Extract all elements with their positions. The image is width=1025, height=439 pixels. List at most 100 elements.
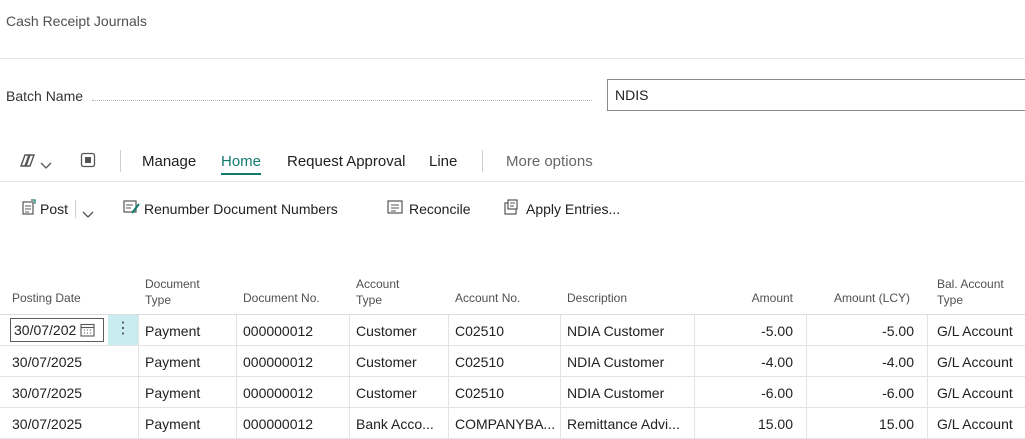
post-split-separator [75, 200, 76, 218]
tab-line[interactable]: Line [429, 153, 457, 170]
cell-document-no[interactable]: 000000012 [243, 323, 313, 339]
column-separator [560, 377, 561, 407]
column-header-amount-lcy[interactable]: Amount (LCY) [810, 290, 910, 306]
cell-posting-date[interactable]: 30/07/2025 [12, 385, 82, 401]
column-header-document-no[interactable]: Document No. [243, 290, 320, 306]
cell-account-type[interactable]: Customer [356, 354, 417, 370]
column-separator [236, 315, 237, 345]
cell-amount-lcy[interactable]: -6.00 [810, 385, 914, 401]
cell-description[interactable]: NDIA Customer [567, 354, 664, 370]
apply-entries-button[interactable]: Apply Entries... [526, 201, 620, 217]
cell-document-type[interactable]: Payment [145, 354, 200, 370]
tab-more-options[interactable]: More options [506, 153, 593, 170]
column-separator [236, 408, 237, 438]
column-separator [560, 346, 561, 376]
cell-document-type[interactable]: Payment [145, 416, 200, 432]
cell-document-no[interactable]: 000000012 [243, 354, 313, 370]
column-separator [349, 377, 350, 407]
cell-document-type[interactable]: Payment [145, 323, 200, 339]
column-separator [694, 346, 695, 376]
open-in-window-icon[interactable] [80, 152, 96, 173]
chevron-down-icon[interactable] [40, 157, 52, 175]
table-row[interactable]: 30/07/2025 Payment 000000012 Bank Acco..… [0, 408, 1025, 439]
chevron-down-icon[interactable] [82, 206, 94, 224]
column-header-line-1: Account [356, 277, 400, 291]
column-header-bal-account-type[interactable]: Bal. Account Type [937, 276, 1004, 308]
cell-amount[interactable]: -5.00 [700, 323, 793, 339]
column-header-document-type[interactable]: Document Type [145, 276, 200, 308]
column-header-account-type[interactable]: Account Type [356, 276, 399, 308]
cell-bal-account-type[interactable]: G/L Account [937, 354, 1013, 370]
cell-document-type[interactable]: Payment [145, 385, 200, 401]
column-separator [927, 377, 928, 407]
table-row[interactable]: 30/07/2025 Payment 000000012 Customer C0… [0, 346, 1025, 377]
cell-amount[interactable]: 15.00 [700, 416, 793, 432]
cell-document-no[interactable]: 000000012 [243, 385, 313, 401]
cell-account-type[interactable]: Bank Acco... [356, 416, 434, 432]
cell-bal-account-type[interactable]: G/L Account [937, 385, 1013, 401]
column-separator [138, 408, 139, 438]
column-separator [927, 346, 928, 376]
column-separator [806, 408, 807, 438]
cell-document-no[interactable]: 000000012 [243, 416, 313, 432]
column-separator [349, 346, 350, 376]
column-separator [349, 315, 350, 345]
cell-account-no[interactable]: C02510 [455, 385, 504, 401]
batch-name-leader-dots [92, 90, 592, 101]
cell-account-no[interactable]: COMPANYBA... [455, 416, 555, 432]
tab-request-approval[interactable]: Request Approval [287, 153, 405, 170]
home-actions: Post Renumber Document Numbers Reconcile… [0, 194, 1025, 224]
cell-account-type[interactable]: Customer [356, 323, 417, 339]
copilot-icon[interactable] [18, 153, 36, 174]
renumber-document-numbers-button[interactable]: Renumber Document Numbers [144, 201, 338, 217]
cell-amount[interactable]: -4.00 [700, 354, 793, 370]
column-separator [138, 315, 139, 345]
reconcile-button[interactable]: Reconcile [409, 201, 470, 217]
renumber-icon [123, 199, 141, 215]
posting-date-input[interactable] [14, 322, 76, 338]
post-button[interactable]: Post [40, 201, 68, 217]
column-separator [927, 315, 928, 345]
column-separator [138, 346, 139, 376]
cell-amount-lcy[interactable]: 15.00 [810, 416, 914, 432]
cell-bal-account-type[interactable]: G/L Account [937, 416, 1013, 432]
cell-account-no[interactable]: C02510 [455, 354, 504, 370]
action-bar: Manage Home Request Approval Line More o… [0, 146, 1025, 176]
column-header-account-no[interactable]: Account No. [455, 290, 520, 306]
column-separator [927, 408, 928, 438]
cell-description[interactable]: NDIA Customer [567, 323, 664, 339]
column-header-amount[interactable]: Amount [700, 290, 793, 306]
column-separator [448, 408, 449, 438]
column-separator [138, 377, 139, 407]
cell-account-no[interactable]: C02510 [455, 323, 504, 339]
column-separator [560, 315, 561, 345]
cell-posting-date[interactable]: 30/07/2025 [12, 354, 82, 370]
cell-description[interactable]: NDIA Customer [567, 385, 664, 401]
calendar-icon[interactable] [80, 323, 95, 342]
action-bar-separator [120, 150, 121, 172]
column-header-line-1: Document [145, 277, 200, 291]
batch-name-input[interactable] [607, 79, 1025, 111]
cell-amount-lcy[interactable]: -5.00 [810, 323, 914, 339]
column-separator [694, 377, 695, 407]
tab-home[interactable]: Home [221, 153, 262, 175]
post-icon [22, 199, 36, 215]
journal-lines-header: Posting Date Document Type Document No. … [0, 262, 1025, 315]
table-row[interactable]: 30/07/2025 Payment 000000012 Customer C0… [0, 377, 1025, 408]
table-row[interactable]: ⋮ Payment 000000012 Customer C02510 NDIA… [0, 315, 1025, 346]
column-header-posting-date[interactable]: Posting Date [12, 290, 81, 306]
cell-posting-date[interactable]: 30/07/2025 [12, 416, 82, 432]
cell-description[interactable]: Remittance Advi... [567, 416, 680, 432]
row-actions-menu[interactable]: ⋮ [108, 315, 138, 345]
column-header-description[interactable]: Description [567, 290, 627, 306]
cell-amount-lcy[interactable]: -4.00 [810, 354, 914, 370]
cell-bal-account-type[interactable]: G/L Account [937, 323, 1013, 339]
tab-manage[interactable]: Manage [142, 153, 196, 170]
column-separator [806, 315, 807, 345]
action-bar-divider [0, 181, 1025, 182]
cell-account-type[interactable]: Customer [356, 385, 417, 401]
column-header-line-1: Bal. Account [937, 277, 1004, 291]
posting-date-field[interactable] [10, 318, 104, 342]
column-separator [694, 408, 695, 438]
cell-amount[interactable]: -6.00 [700, 385, 793, 401]
